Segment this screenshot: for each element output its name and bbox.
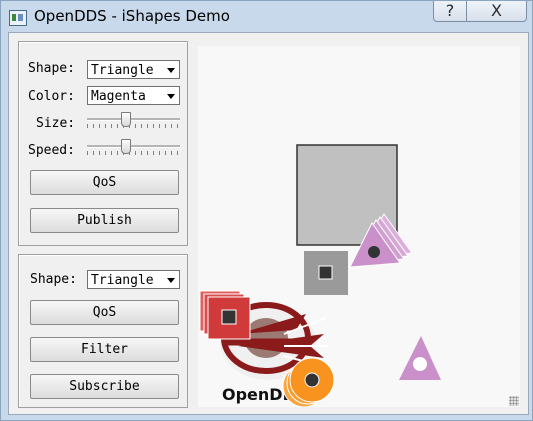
publisher-group: Shape: Triangle Color: Magenta Size: Spe… [18,41,188,246]
speed-slider-handle[interactable] [121,139,131,154]
window-title: OpenDDS - iShapes Demo [34,7,230,25]
shapes-drawing: OpenDDS [199,144,441,408]
subscriber-marker [318,265,333,280]
subscribe-button[interactable]: Subscribe [30,374,179,399]
publisher-size-label: Size: [36,116,76,131]
slider-groove [87,145,180,148]
resize-grip-icon[interactable] [509,396,519,406]
chevron-down-icon [167,278,175,283]
publisher-shape-select[interactable]: Triangle [87,60,180,79]
subscriber-shape-select[interactable]: Triangle [87,270,180,289]
publisher-shape-label: Shape: [28,61,75,76]
app-window: OpenDDS - iShapes Demo ? X Shape: Triang… [0,0,533,421]
help-button[interactable]: ? [433,1,467,22]
publisher-shape-value: Triangle [91,63,154,78]
size-slider[interactable] [87,112,180,130]
close-button[interactable]: X [466,1,527,22]
publisher-qos-button[interactable]: QoS [30,170,179,195]
filter-button[interactable]: Filter [30,337,179,362]
shapes-canvas[interactable]: OpenDDS [198,46,520,408]
subscriber-shape-label: Shape: [30,272,77,287]
publish-button[interactable]: Publish [30,208,179,233]
hollow-marker [413,357,427,371]
subscriber-dot [368,246,380,258]
chevron-down-icon [167,94,175,99]
subscriber-group: Shape: Triangle QoS Filter Subscribe [18,254,188,408]
chevron-down-icon [167,68,175,73]
subscriber-qos-button[interactable]: QoS [30,300,179,325]
publisher-color-select[interactable]: Magenta [87,86,180,105]
speed-slider[interactable] [87,139,180,157]
size-slider-handle[interactable] [121,112,131,127]
app-icon [9,10,27,26]
subscriber-shape-value: Triangle [91,273,154,288]
slider-ticks [87,124,180,128]
subscriber-dot [304,372,320,388]
publisher-color-label: Color: [28,89,75,104]
slider-ticks [87,151,180,155]
slider-groove [87,118,180,121]
subscriber-marker [221,309,237,325]
title-bar[interactable]: OpenDDS - iShapes Demo ? X [1,1,532,31]
publisher-speed-label: Speed: [28,143,75,158]
publisher-color-value: Magenta [91,89,146,104]
